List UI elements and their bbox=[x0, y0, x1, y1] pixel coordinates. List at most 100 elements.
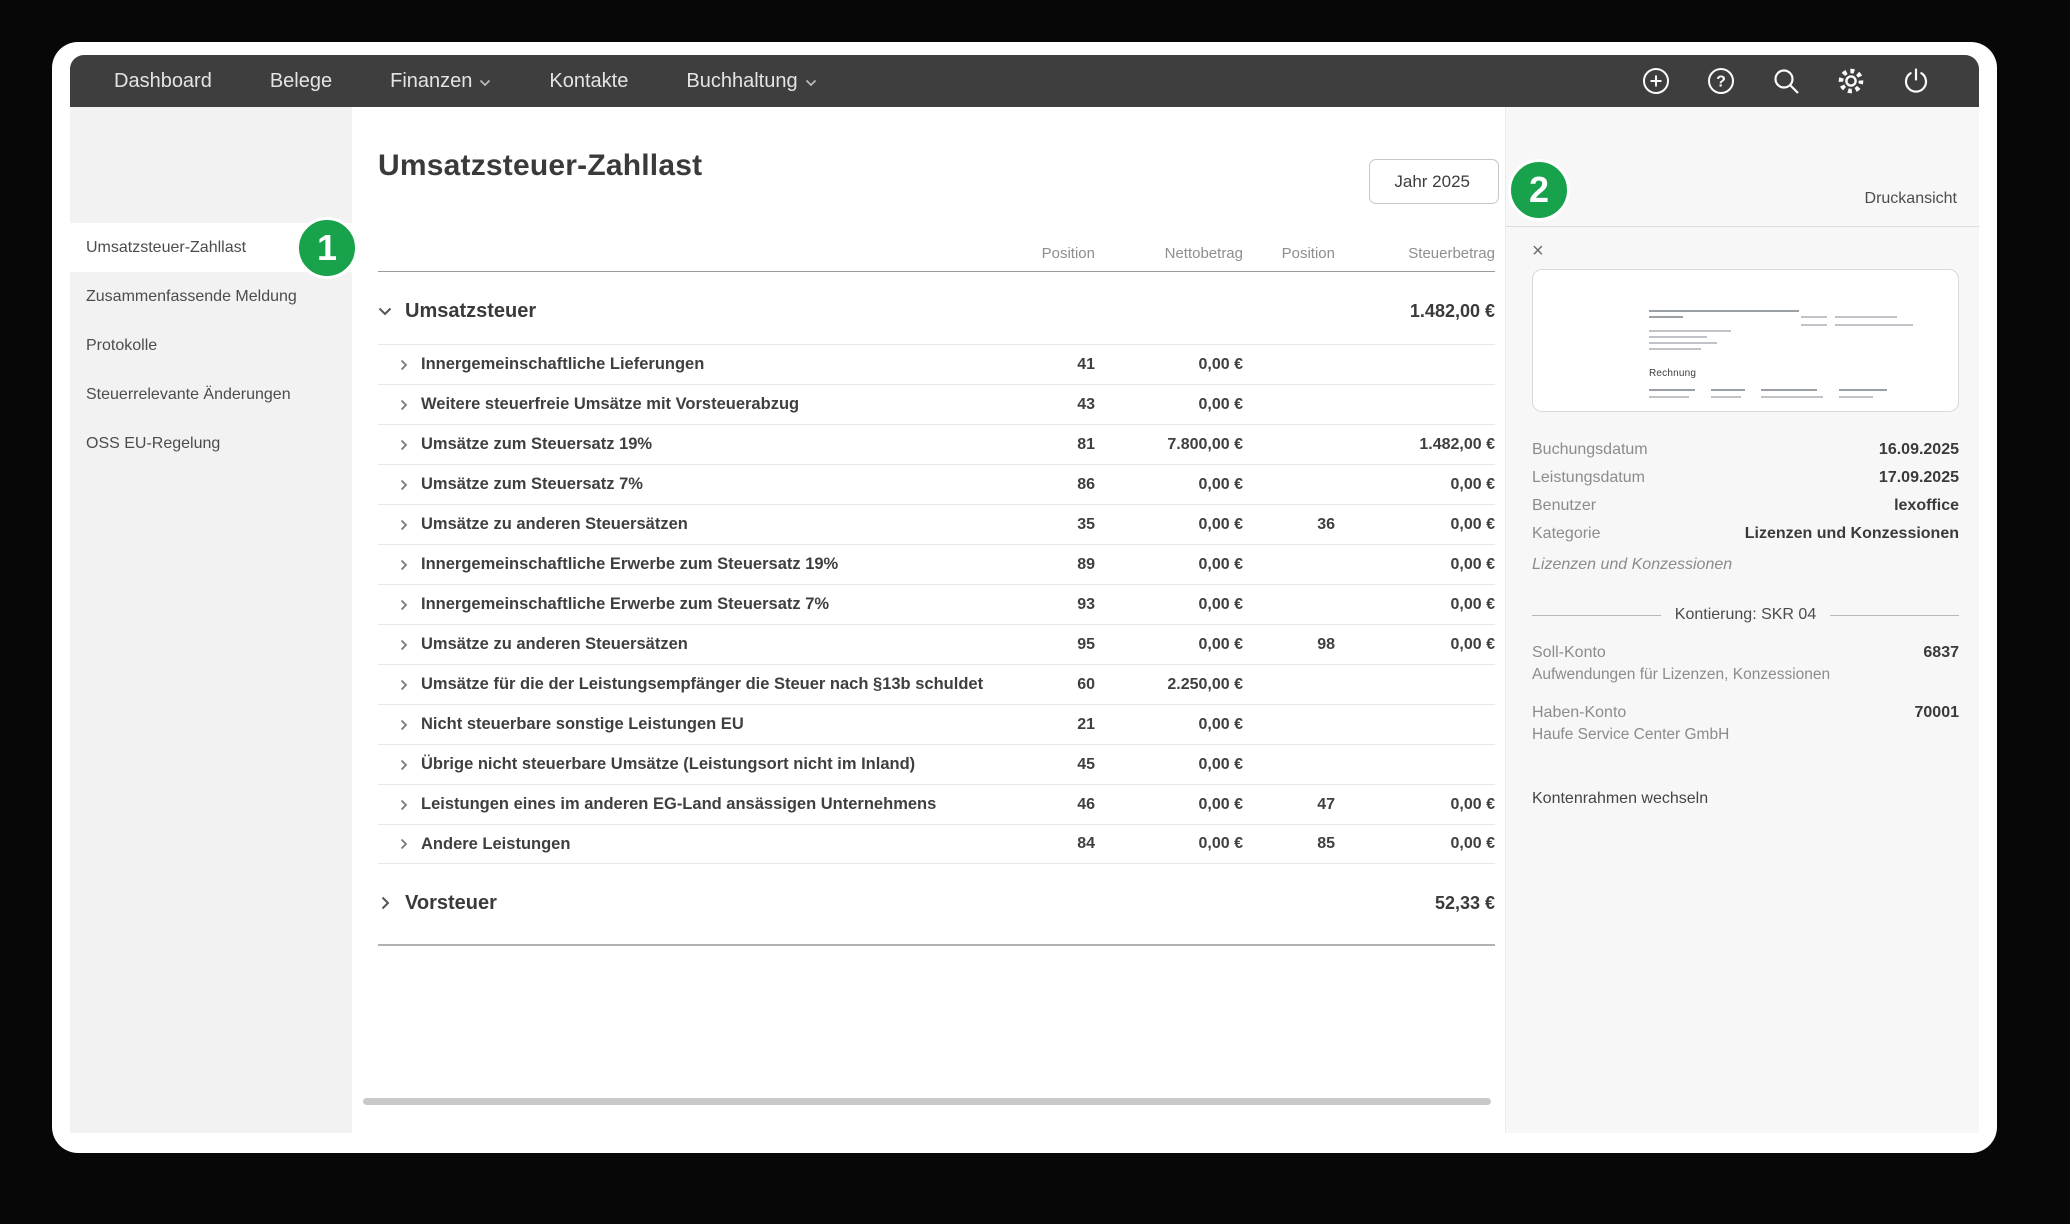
row-label: Umsätze zu anderen Steuersätzen bbox=[421, 515, 688, 534]
section-total: 52,33 € bbox=[1335, 893, 1495, 914]
print-view-link[interactable]: Druckansicht bbox=[1865, 190, 1957, 208]
nav-item-belege[interactable]: Belege bbox=[270, 70, 332, 93]
section-label-wrap: Vorsteuer bbox=[378, 892, 1005, 915]
chevron-right-icon bbox=[400, 439, 408, 451]
table-row[interactable]: Umsätze zu anderen Steuersätzen950,00 €9… bbox=[378, 624, 1495, 664]
top-navbar: Dashboard Belege Finanzen Kontakte Buchhaltu… bbox=[70, 55, 1979, 107]
row-steuer: 0,00 € bbox=[1335, 835, 1495, 853]
preview-text-line bbox=[1649, 310, 1799, 312]
row-label: Umsätze für die der Leistungsempfänger d… bbox=[421, 675, 983, 694]
chevron-right-icon bbox=[400, 679, 408, 691]
row-label-wrap: Innergemeinschaftliche Erwerbe zum Steue… bbox=[378, 595, 1005, 614]
sidebar-item-zusammenfassende-meldung[interactable]: Zusammenfassende Meldung bbox=[70, 272, 352, 321]
nav-menu: Dashboard Belege Finanzen Kontakte Buchhaltu… bbox=[70, 70, 817, 93]
section-row-umsatzsteuer[interactable]: Umsatzsteuer1.482,00 € bbox=[378, 286, 1495, 336]
row-label: Innergemeinschaftliche Erwerbe zum Steue… bbox=[421, 595, 829, 614]
field-label: Buchungsdatum bbox=[1532, 441, 1648, 459]
table-row[interactable]: Umsätze zu anderen Steuersätzen350,00 €3… bbox=[378, 504, 1495, 544]
search-icon[interactable] bbox=[1771, 66, 1801, 96]
help-icon[interactable]: ? bbox=[1706, 66, 1736, 96]
year-selector[interactable]: Jahr 2025 bbox=[1369, 159, 1499, 204]
row-label: Leistungen eines im anderen EG-Land ansä… bbox=[421, 795, 936, 814]
settings-icon[interactable] bbox=[1836, 66, 1866, 96]
nav-item-label: Belege bbox=[270, 70, 332, 93]
account-label: Haben-Konto bbox=[1532, 704, 1626, 722]
accounts-list: Soll-Konto6837Aufwendungen für Lizenzen,… bbox=[1532, 644, 1959, 744]
detail-panel: Druckansicht × Rechnung bbox=[1505, 107, 1979, 1133]
year-selector-label: Jahr 2025 bbox=[1394, 172, 1470, 192]
add-icon[interactable] bbox=[1641, 66, 1671, 96]
field-row-benutzer: Benutzerlexoffice bbox=[1532, 492, 1959, 520]
account-row: Haben-Konto70001 bbox=[1532, 704, 1959, 722]
chevron-right-icon bbox=[400, 559, 408, 571]
table-row[interactable]: Innergemeinschaftliche Erwerbe zum Steue… bbox=[378, 544, 1495, 584]
logout-icon[interactable] bbox=[1901, 66, 1931, 96]
row-label: Innergemeinschaftliche Lieferungen bbox=[421, 355, 704, 374]
row-steuer: 1.482,00 € bbox=[1335, 436, 1495, 454]
sidebar-item-label: OSS EU-Regelung bbox=[86, 435, 220, 453]
chevron-right-icon bbox=[400, 719, 408, 731]
table-row[interactable]: Umsätze zum Steuersatz 7%860,00 €0,00 € bbox=[378, 464, 1495, 504]
row-pos1: 93 bbox=[1005, 596, 1095, 614]
row-netto: 0,00 € bbox=[1095, 356, 1243, 374]
chevron-right-icon bbox=[400, 639, 408, 651]
detail-panel-header: Druckansicht bbox=[1506, 107, 1979, 227]
row-label-wrap: Weitere steuerfreie Umsätze mit Vorsteue… bbox=[378, 395, 1005, 414]
table-row[interactable]: Übrige nicht steuerbare Umsätze (Leistun… bbox=[378, 744, 1495, 784]
close-icon[interactable]: × bbox=[1532, 241, 1550, 261]
kontierung-divider: Kontierung: SKR 04 bbox=[1532, 606, 1959, 624]
row-pos1: 45 bbox=[1005, 756, 1095, 774]
nav-item-finanzen[interactable]: Finanzen bbox=[390, 70, 491, 93]
table-row[interactable]: Nicht steuerbare sonstige Leistungen EU2… bbox=[378, 704, 1495, 744]
table-row[interactable]: Andere Leistungen840,00 €850,00 € bbox=[378, 824, 1495, 864]
row-netto: 0,00 € bbox=[1095, 556, 1243, 574]
row-steuer: 0,00 € bbox=[1335, 636, 1495, 654]
table-row[interactable]: Leistungen eines im anderen EG-Land ansä… bbox=[378, 784, 1495, 824]
nav-item-buchhaltung[interactable]: Buchhaltung bbox=[686, 70, 816, 93]
section-label-wrap: Umsatzsteuer bbox=[378, 300, 1005, 323]
annotation-badge-1: 1 bbox=[296, 217, 358, 279]
row-pos1: 21 bbox=[1005, 716, 1095, 734]
divider-line bbox=[1830, 615, 1959, 616]
table-row[interactable]: Innergemeinschaftliche Lieferungen410,00… bbox=[378, 344, 1495, 384]
vat-table: Position Nettobetrag Position Steuerbetr… bbox=[378, 235, 1495, 946]
horizontal-scrollbar[interactable] bbox=[363, 1098, 1491, 1105]
account-row: Soll-Konto6837 bbox=[1532, 644, 1959, 662]
preview-text-line bbox=[1649, 336, 1707, 338]
sidebar-item-protokolle[interactable]: Protokolle bbox=[70, 321, 352, 370]
sidebar-item-steuerrelevante-nderungen[interactable]: Steuerrelevante Änderungen bbox=[70, 370, 352, 419]
table-row[interactable]: Weitere steuerfreie Umsätze mit Vorsteue… bbox=[378, 384, 1495, 424]
row-label-wrap: Umsätze zu anderen Steuersätzen bbox=[378, 515, 1005, 534]
preview-text-line bbox=[1711, 389, 1745, 391]
section-rows: Innergemeinschaftliche Lieferungen410,00… bbox=[378, 344, 1495, 864]
receipt-preview[interactable]: Rechnung bbox=[1532, 269, 1959, 412]
nav-item-kontakte[interactable]: Kontakte bbox=[549, 70, 628, 93]
chevron-down-icon bbox=[378, 307, 392, 316]
row-label-wrap: Andere Leistungen bbox=[378, 835, 1005, 854]
row-pos2: 98 bbox=[1243, 636, 1335, 654]
nav-item-dashboard[interactable]: Dashboard bbox=[114, 70, 212, 93]
row-label: Andere Leistungen bbox=[421, 835, 570, 854]
chevron-right-icon bbox=[400, 799, 408, 811]
sidebar-item-oss-eu-regelung[interactable]: OSS EU-Regelung bbox=[70, 419, 352, 468]
preview-text-line bbox=[1711, 396, 1741, 398]
chevron-down-icon bbox=[805, 79, 817, 87]
switch-chart-of-accounts-link[interactable]: Kontenrahmen wechseln bbox=[1532, 790, 1959, 808]
section-title: Umsatzsteuer bbox=[405, 300, 536, 323]
main-panel: Umsatzsteuer-Zahllast Jahr 2025 Position… bbox=[352, 107, 1505, 1133]
row-steuer: 0,00 € bbox=[1335, 556, 1495, 574]
field-row-kategorie: KategorieLizenzen und Konzessionen bbox=[1532, 520, 1959, 548]
table-row[interactable]: Umsätze zum Steuersatz 19%817.800,00 €1.… bbox=[378, 424, 1495, 464]
table-row[interactable]: Umsätze für die der Leistungsempfänger d… bbox=[378, 664, 1495, 704]
section-row-vorsteuer[interactable]: Vorsteuer 52,33 € bbox=[378, 878, 1495, 928]
table-row[interactable]: Innergemeinschaftliche Erwerbe zum Steue… bbox=[378, 584, 1495, 624]
row-label: Weitere steuerfreie Umsätze mit Vorsteue… bbox=[421, 395, 799, 414]
row-pos1: 35 bbox=[1005, 516, 1095, 534]
preview-text-line bbox=[1649, 342, 1717, 344]
booking-fields: Buchungsdatum16.09.2025Leistungsdatum17.… bbox=[1532, 436, 1959, 548]
category-note: Lizenzen und Konzessionen bbox=[1532, 556, 1959, 574]
account-description: Haufe Service Center GmbH bbox=[1532, 726, 1959, 744]
row-pos2: 85 bbox=[1243, 835, 1335, 853]
nav-icons: ? bbox=[1641, 66, 1979, 96]
content-area: Umsatzsteuer-ZahllastZusammenfassende Me… bbox=[70, 107, 1979, 1133]
